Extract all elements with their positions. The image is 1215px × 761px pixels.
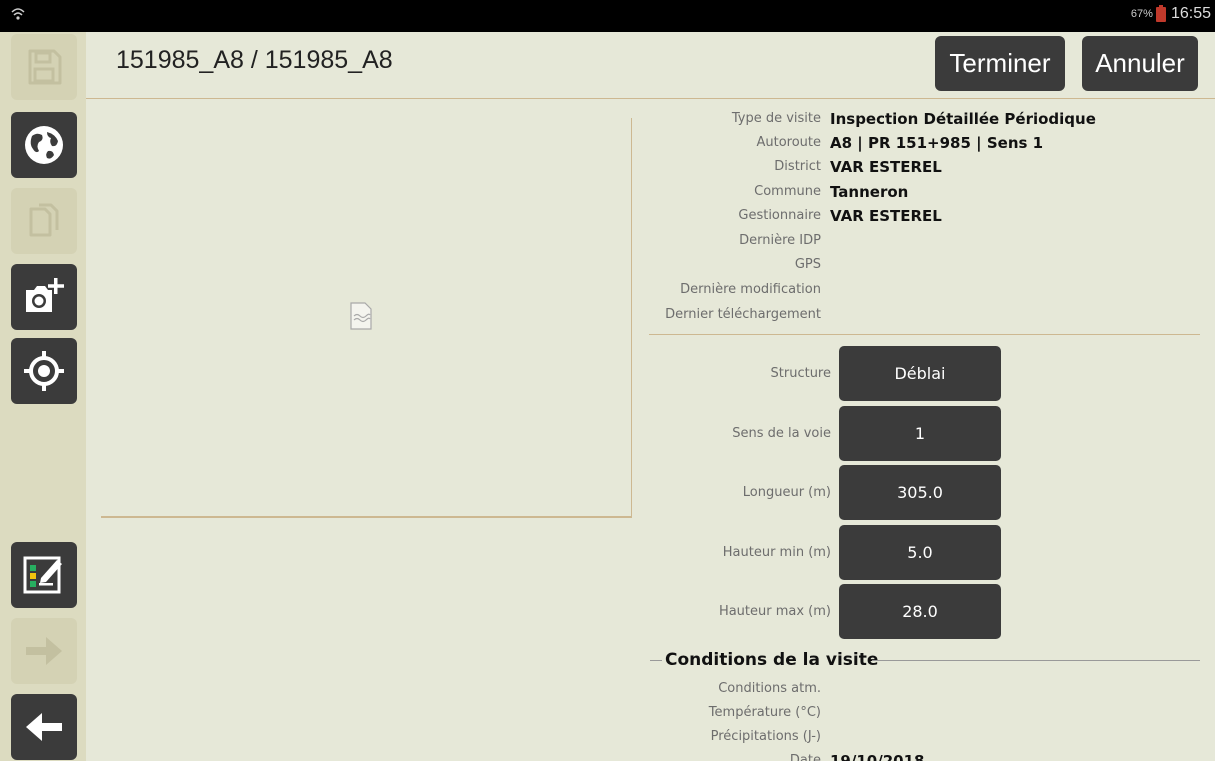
condition-row-temperature: Température (°C) <box>650 700 1210 725</box>
info-label: Température (°C) <box>708 705 821 720</box>
arrow-right-icon <box>26 637 62 665</box>
battery-icon <box>1155 4 1166 22</box>
save-icon <box>28 49 62 85</box>
info-label: Autoroute <box>756 135 821 150</box>
back-button[interactable] <box>11 694 77 760</box>
info-label: Dernier téléchargement <box>665 307 821 322</box>
info-row-autoroute: Autoroute A8 | PR 151+985 | Sens 1 <box>650 130 1210 155</box>
checklist-edit-icon <box>23 556 62 594</box>
add-photo-button[interactable] <box>11 264 77 330</box>
status-bar: 67% 16:55 <box>0 0 1215 32</box>
section-divider-right <box>872 660 1200 661</box>
info-label: District <box>774 159 821 174</box>
info-row-commune: Commune Tanneron <box>650 179 1210 204</box>
globe-icon <box>25 126 63 164</box>
finish-button[interactable]: Terminer <box>935 36 1065 91</box>
add-photo-icon <box>26 278 64 312</box>
page-title: 151985_A8 / 151985_A8 <box>116 46 393 74</box>
field-label: Hauteur min (m) <box>722 545 831 560</box>
info-label: Date <box>789 753 821 761</box>
condition-row-date: Date 19/10/2018 <box>650 748 1210 761</box>
locate-button[interactable] <box>11 338 77 404</box>
field-height-min: Hauteur min (m) 5.0 <box>650 525 1050 580</box>
info-value: Inspection Détaillée Périodique <box>830 109 1096 128</box>
info-row-type: Type de visite Inspection Détaillée Péri… <box>650 106 1210 131</box>
field-label: Structure <box>770 366 831 381</box>
info-value: A8 | PR 151+985 | Sens 1 <box>830 133 1044 152</box>
condition-row-weather: Conditions atm. <box>650 676 1210 701</box>
field-label: Hauteur max (m) <box>718 604 831 619</box>
info-label: Dernière IDP <box>739 233 821 248</box>
info-value: VAR ESTEREL <box>830 157 942 176</box>
save-button[interactable] <box>11 34 77 100</box>
height-min-input[interactable]: 5.0 <box>839 525 1001 580</box>
section-divider-left <box>650 660 662 661</box>
condition-row-precipitation: Précipitations (J-) <box>650 724 1210 749</box>
length-input[interactable]: 305.0 <box>839 465 1001 520</box>
info-row-last-modification: Dernière modification <box>650 277 1210 302</box>
broken-image-icon[interactable] <box>350 302 372 335</box>
info-label: Précipitations (J-) <box>710 729 821 744</box>
info-label: Conditions atm. <box>718 681 821 696</box>
field-lane-direction: Sens de la voie 1 <box>650 406 1050 461</box>
wifi-icon <box>10 6 26 27</box>
battery-percent: 67% <box>1130 8 1153 20</box>
info-value: Tanneron <box>830 182 909 201</box>
copy-icon <box>29 203 59 237</box>
info-label: GPS <box>794 257 821 272</box>
info-row-last-idp: Dernière IDP <box>650 228 1210 253</box>
field-label: Longueur (m) <box>742 485 831 500</box>
cancel-button[interactable]: Annuler <box>1082 36 1198 91</box>
copy-button[interactable] <box>11 188 77 254</box>
lane-direction-input[interactable]: 1 <box>839 406 1001 461</box>
info-value: VAR ESTEREL <box>830 206 942 225</box>
info-value: 19/10/2018 <box>830 751 925 761</box>
image-panel-border-bottom <box>101 516 632 518</box>
next-button[interactable] <box>11 618 77 684</box>
info-row-district: District VAR ESTEREL <box>650 154 1210 179</box>
info-row-last-download: Dernier téléchargement <box>650 302 1210 327</box>
section-title: Conditions de la visite <box>665 650 879 670</box>
info-label: Gestionnaire <box>738 208 821 223</box>
map-button[interactable] <box>11 112 77 178</box>
field-height-max: Hauteur max (m) 28.0 <box>650 584 1050 639</box>
locate-icon <box>24 351 64 391</box>
field-structure: Structure Déblai <box>650 346 1050 401</box>
info-divider <box>649 334 1200 335</box>
field-length: Longueur (m) 305.0 <box>650 465 1050 520</box>
clock: 16:55 <box>1170 5 1211 22</box>
info-label: Type de visite <box>731 111 821 126</box>
field-label: Sens de la voie <box>732 426 831 441</box>
info-label: Commune <box>754 184 821 199</box>
header-divider <box>86 98 1215 99</box>
info-row-gps: GPS <box>650 252 1210 277</box>
height-max-input[interactable]: 28.0 <box>839 584 1001 639</box>
arrow-left-icon <box>26 713 62 741</box>
checklist-button[interactable] <box>11 542 77 608</box>
sidebar <box>0 32 86 761</box>
info-label: Dernière modification <box>680 282 821 297</box>
image-panel-border <box>631 118 632 516</box>
structure-select[interactable]: Déblai <box>839 346 1001 401</box>
info-row-gestionnaire: Gestionnaire VAR ESTEREL <box>650 203 1210 228</box>
